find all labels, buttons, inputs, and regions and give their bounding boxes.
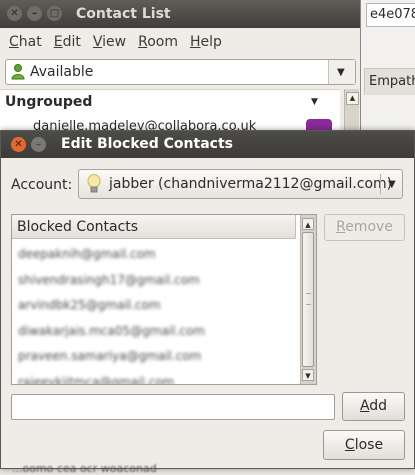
scrollbar-thumb[interactable]	[302, 232, 314, 367]
close-icon[interactable]: ✕	[11, 137, 26, 152]
menu-chat[interactable]: Chat	[3, 28, 48, 56]
group-header-ungrouped[interactable]: Ungrouped ▼	[0, 89, 340, 114]
scroll-down-arrow-icon[interactable]: ▼	[302, 369, 314, 381]
status-dropdown-button[interactable]: ▼	[328, 60, 355, 84]
dropdown-arrow-icon[interactable]: ▼	[388, 179, 396, 190]
background-hash-field: e4e0785b	[366, 3, 415, 27]
close-button[interactable]: Close	[323, 430, 405, 460]
list-item[interactable]: arvindbk25@gmail.com	[18, 293, 298, 319]
dialog-titlebar[interactable]: ✕ – Edit Blocked Contacts	[1, 131, 414, 158]
account-value: jabber (chandniverma2112@gmail.com)	[109, 176, 393, 192]
scroll-up-arrow-icon[interactable]: ▲	[302, 218, 314, 230]
menu-edit[interactable]: Edit	[48, 28, 87, 56]
minimize-icon[interactable]: –	[31, 137, 46, 152]
scroll-up-arrow-icon[interactable]: ▲	[346, 92, 359, 105]
menu-help[interactable]: Help	[184, 28, 228, 56]
close-icon[interactable]: ✕	[7, 6, 22, 21]
edit-blocked-contacts-dialog: ✕ – Edit Blocked Contacts Account: jabbe…	[0, 130, 415, 469]
blocked-contacts-list[interactable]: Blocked Contacts deepaknih@gmail.com shi…	[11, 214, 317, 385]
combo-separator	[380, 174, 381, 194]
lightbulb-icon	[87, 174, 101, 198]
menubar: Chat Edit View Room Help	[0, 28, 360, 56]
remove-button[interactable]: Remove	[324, 214, 405, 241]
add-button[interactable]: Add	[342, 392, 405, 421]
list-item[interactable]: praveen.samariya@gmail.com	[18, 344, 298, 370]
menu-view[interactable]: View	[87, 28, 132, 56]
background-tab-empathy[interactable]: Empath	[364, 68, 415, 95]
account-combo[interactable]: jabber (chandniverma2112@gmail.com) ▼	[78, 169, 403, 199]
account-label: Account:	[11, 177, 73, 193]
presence-status-combo[interactable]: Available ▼	[5, 59, 356, 85]
blocked-contacts-rows: deepaknih@gmail.com shivendrasingh17@gma…	[18, 242, 298, 385]
available-status-icon	[11, 64, 25, 84]
list-item[interactable]: shivendrasingh17@gmail.com	[18, 268, 298, 294]
contact-list-title: Contact List	[76, 6, 171, 22]
list-item[interactable]: diwakarjais.mca05@gmail.com	[18, 319, 298, 345]
list-scrollbar[interactable]: ▲ ▼	[300, 215, 316, 384]
dropdown-arrow-icon: ▼	[337, 67, 345, 78]
group-label: Ungrouped	[5, 94, 93, 110]
column-header-blocked-contacts[interactable]: Blocked Contacts	[12, 215, 296, 239]
contact-list-titlebar[interactable]: ✕ – □ Contact List	[0, 0, 360, 28]
add-contact-input[interactable]	[11, 394, 335, 420]
list-item[interactable]: deepaknih@gmail.com	[18, 242, 298, 268]
minimize-icon[interactable]: –	[27, 6, 42, 21]
menu-room[interactable]: Room	[132, 28, 184, 56]
list-item[interactable]: rajeevkiitmca@gmail.com	[18, 370, 298, 385]
expander-arrow-icon[interactable]: ▼	[311, 90, 318, 114]
maximize-icon[interactable]: □	[47, 6, 62, 21]
contact-list-window: ✕ – □ Contact List Chat Edit View Room H…	[0, 0, 361, 150]
status-label: Available	[30, 64, 94, 80]
dialog-title: Edit Blocked Contacts	[61, 136, 233, 152]
